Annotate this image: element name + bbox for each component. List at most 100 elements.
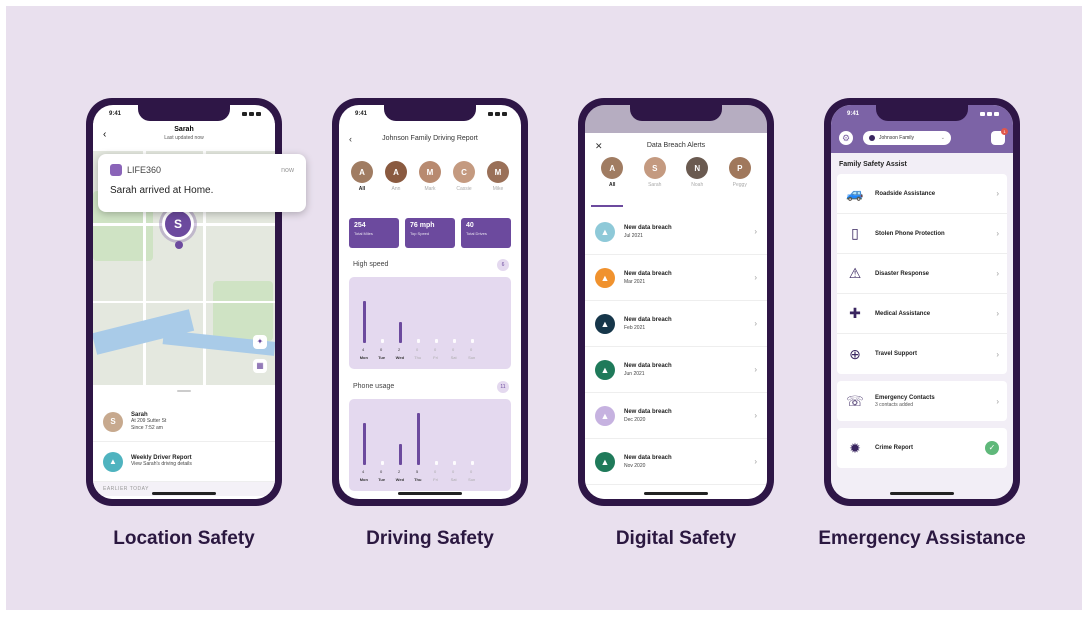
chart-value-label: 0 (452, 469, 455, 474)
member-all[interactable]: A All (597, 157, 627, 188)
chevron-right-icon: › (754, 273, 757, 282)
member-noah[interactable]: N Noah (682, 157, 712, 188)
member-mark[interactable]: M Mark (415, 161, 445, 192)
chevron-down-icon: ⌄ (940, 135, 945, 141)
assist-travel[interactable]: ⊕ Travel Support › (837, 334, 1007, 374)
chart-day-label: Mon (359, 355, 368, 360)
member-row[interactable]: S Sarah At 209 Sutter St Since 7:52 am (93, 402, 275, 442)
stat-total-drives[interactable]: 40 Total Drives (461, 218, 511, 248)
breach-icon: ▲ (595, 313, 615, 334)
chart-bar (453, 339, 456, 343)
member-cassie[interactable]: C Cassie (449, 161, 479, 192)
chevron-right-icon: › (996, 269, 999, 278)
member-label: Sarah (648, 182, 662, 188)
gear-icon[interactable]: ⚙ (839, 131, 853, 145)
avatar: M (487, 161, 509, 183)
sheet-handle[interactable] (177, 390, 191, 392)
back-arrow-icon[interactable]: ‹ (103, 129, 106, 140)
location-dot (175, 241, 183, 249)
stat-top-speed[interactable]: 76 mph Top Speed (405, 218, 455, 248)
member-ann[interactable]: A Ann (381, 161, 411, 192)
phone-usage-chart: 4 Mon 0 Tue 2 Wed 5 Thu 0 Fri 0 Sat 0 Sun (349, 399, 511, 491)
driver-report-row[interactable]: ▲ Weekly Driver Report View Sarah's driv… (93, 442, 275, 482)
driving-header: ‹ Johnson Family Driving Report (339, 134, 521, 144)
phone-driving-safety: 9:41 ‹ Johnson Family Driving Report A Al… (332, 98, 528, 506)
avatar: A (385, 161, 407, 183)
assist-stolen-phone[interactable]: ▯ Stolen Phone Protection › (837, 214, 1007, 254)
home-indicator (152, 492, 216, 495)
chart-day-label: Thu (414, 477, 422, 482)
chart-value-label: 4 (362, 347, 365, 352)
chart-day-label: Mon (359, 477, 368, 482)
chart-day-label: Wed (395, 477, 405, 482)
notification-app: LIFE360 (127, 165, 162, 175)
contacts-icon: ☏ (846, 392, 864, 409)
assist-medical[interactable]: ✚ Medical Assistance › (837, 294, 1007, 334)
member-all[interactable]: A All (347, 161, 377, 192)
chevron-right-icon: › (996, 189, 999, 198)
caption-location-safety: Location Safety (113, 528, 255, 549)
member-mike[interactable]: M Mike (483, 161, 513, 192)
member-label: All (358, 186, 366, 192)
check-icon: ✓ (985, 441, 999, 455)
breach-date: Feb 2021 (624, 324, 646, 331)
notification-badge: 1 (1001, 128, 1008, 135)
phone-notch (876, 105, 968, 121)
chevron-right-icon: › (996, 229, 999, 238)
breach-item[interactable]: ▲ New data breach Mar 2021 › (585, 255, 767, 301)
chevron-right-icon: › (754, 411, 757, 420)
status-time: 9:41 (847, 111, 860, 117)
signal-icons (242, 112, 261, 116)
chart-bar (435, 461, 438, 465)
member-sarah[interactable]: S Sarah (640, 157, 670, 188)
assist-disaster[interactable]: ⚠ Disaster Response › (837, 254, 1007, 294)
chart-value-label: 2 (398, 347, 401, 352)
chart-value-label: 2 (398, 469, 401, 474)
member-peggy[interactable]: P Peggy (725, 157, 755, 188)
breach-title: New data breach (624, 362, 672, 369)
chart-value-label: 0 (470, 347, 473, 352)
assist-list: 🚙 Roadside Assistance › ▯ Stolen Phone Prot… (837, 174, 1007, 374)
chart-bar (399, 322, 402, 343)
arrival-notification[interactable]: LIFE360 now Sarah arrived at Home. (98, 154, 306, 212)
chart-value-label: 0 (380, 469, 383, 474)
emergency-screen: 9:41 ⚙ Johnson Family ⌄ 1 Family Safety … (831, 105, 1013, 499)
avatar: N (686, 157, 709, 179)
map-layers-icon[interactable]: ✦ (253, 335, 267, 349)
stat-label: Top Speed (410, 231, 430, 236)
chart-bar (417, 413, 420, 465)
chart-value-label: 0 (434, 347, 437, 352)
stat-value: 76 mph (410, 222, 435, 229)
chevron-right-icon: › (754, 457, 757, 466)
breach-item[interactable]: ▲ New data breach Jun 2021 › (585, 347, 767, 393)
breach-item[interactable]: ▲ New data breach Jul 2021 › (585, 209, 767, 255)
breach-date: Jul 2021 (624, 232, 643, 239)
phone-notch (384, 105, 476, 121)
breach-item[interactable]: ▲ New data breach Nov 2020 › (585, 439, 767, 485)
member-label: Ann (391, 186, 401, 192)
map-view-icon[interactable]: ▦ (253, 359, 267, 373)
emergency-contacts[interactable]: ☏ Emergency Contacts 3 contacts added › (837, 381, 1007, 421)
messages-icon[interactable]: 1 (991, 128, 1008, 145)
active-tab-indicator (591, 205, 623, 207)
marketing-canvas: 9:41 ‹ Sarah Last updated now S ✦ ▦ S Sa… (6, 6, 1082, 610)
assist-roadside[interactable]: 🚙 Roadside Assistance › (837, 174, 1007, 214)
bottom-sheet[interactable]: S Sarah At 209 Sutter St Since 7:52 am ▲… (93, 385, 275, 499)
phone-usage-title: Phone usage (353, 383, 395, 390)
chart-day-label: Fri (433, 477, 438, 482)
breach-item[interactable]: ▲ New data breach Dec 2020 › (585, 393, 767, 439)
chart-bar (363, 423, 366, 465)
chart-bar (363, 301, 366, 343)
stat-total-miles[interactable]: 254 Total Miles (349, 218, 399, 248)
member-location-pin[interactable]: S (162, 208, 194, 240)
caption-emergency-assistance: Emergency Assistance (818, 528, 1026, 549)
member-selector: A All A Ann M Mark C Cassie M Mike (339, 161, 521, 192)
back-arrow-icon[interactable]: ‹ (349, 134, 352, 144)
close-icon[interactable]: ✕ (595, 141, 603, 152)
chart-day-label: Sun (468, 477, 476, 482)
crime-report[interactable]: ✹ Crime Report ✓ (837, 428, 1007, 468)
family-selector[interactable]: Johnson Family ⌄ (863, 131, 951, 145)
avatar: P (728, 157, 751, 179)
breach-item[interactable]: ▲ New data breach Feb 2021 › (585, 301, 767, 347)
stat-label: Total Miles (354, 231, 373, 236)
